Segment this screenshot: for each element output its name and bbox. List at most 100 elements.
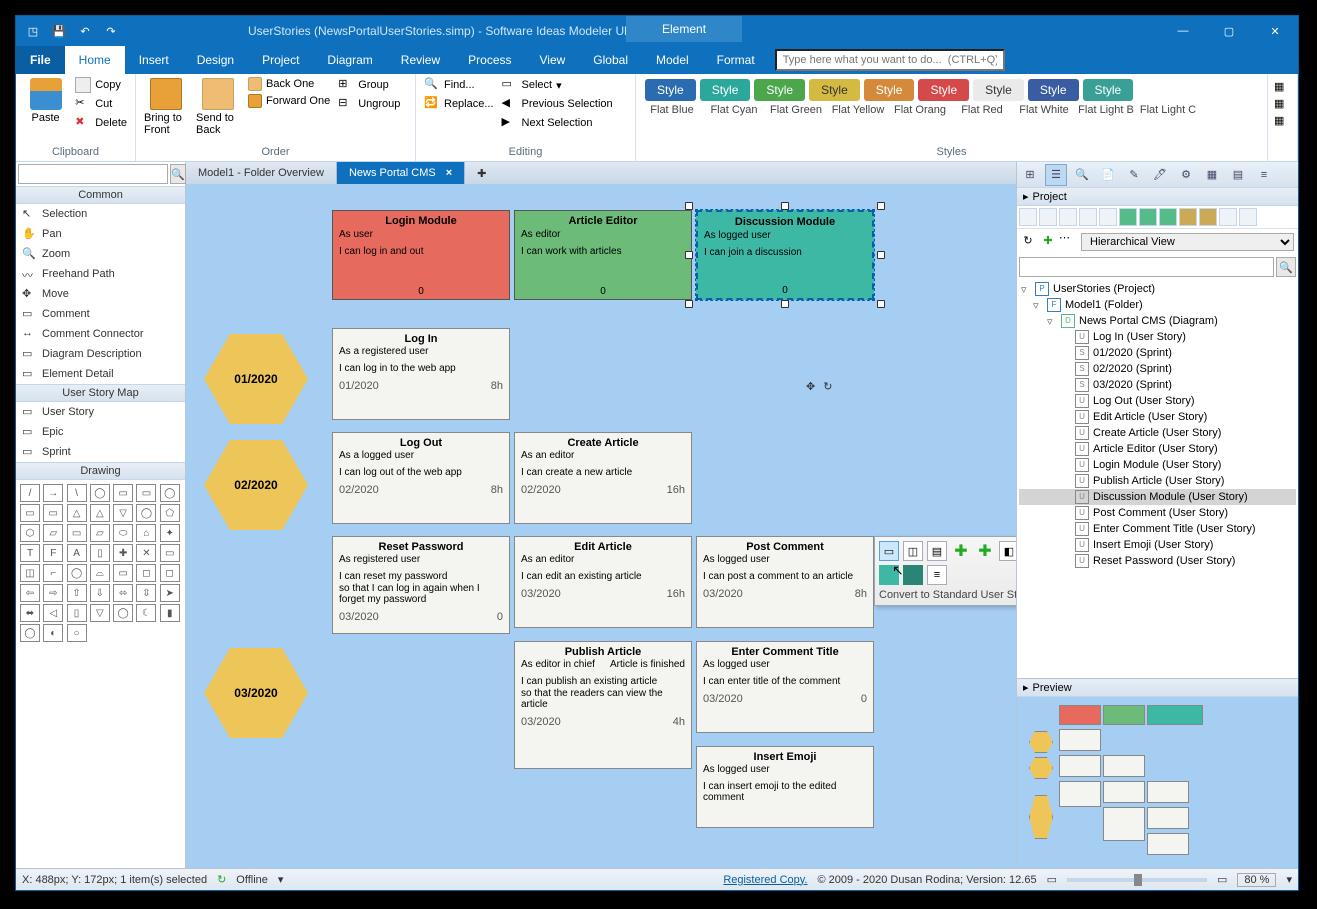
ribbon-extra-1[interactable]: ▦ [1274,80,1291,93]
rt-7[interactable]: ⚙ [1175,164,1197,186]
selection-handle[interactable] [877,251,885,259]
forward-one-button[interactable]: Forward One [246,93,332,109]
pt12[interactable] [1239,208,1257,226]
shape-46[interactable]: ◯ [113,604,133,622]
shape-17[interactable]: ▱ [90,524,110,542]
refresh-icon[interactable]: ↻ [1019,231,1037,249]
shape-43[interactable]: ◁ [43,604,63,622]
story-create-article[interactable]: Create ArticleAs an editorI can create a… [514,432,692,524]
group-button[interactable]: ⊞Group [336,76,402,94]
shape-49[interactable]: ◯ [20,624,40,642]
menu-diagram[interactable]: Diagram [313,46,386,74]
menu-file[interactable]: File [16,46,65,74]
pt6[interactable] [1119,208,1137,226]
tool-sprint[interactable]: ▭Sprint [16,442,185,462]
replace-button[interactable]: 🔁Replace... [422,95,496,113]
shape-34[interactable]: ◻ [160,564,180,582]
style-flat-light-c[interactable]: Style [1083,79,1134,101]
rotate-handle-icon[interactable]: ↻ [823,380,832,393]
menu-global[interactable]: Global [579,46,642,74]
send-to-back-button[interactable]: Send to Back [194,76,242,138]
menu-design[interactable]: Design [183,46,248,74]
tool-pan[interactable]: ✋Pan [16,224,185,244]
story-post-comment[interactable]: Post CommentAs logged userI can post a c… [696,536,874,628]
styles-gallery[interactable]: StyleStyleStyleStyleStyleStyleStyleStyle… [642,76,1136,104]
selection-handle[interactable] [781,202,789,210]
story-enter-comment-title[interactable]: Enter Comment TitleAs logged userI can e… [696,641,874,733]
menu-process[interactable]: Process [454,46,525,74]
story-log-out[interactable]: Log OutAs a logged userI can log out of … [332,432,510,524]
tree-node[interactable]: ULog In (User Story) [1019,329,1296,345]
style-flat-orang[interactable]: Style [864,79,915,101]
project-search-icon[interactable]: 🔍 [1276,257,1296,277]
tool-user-story[interactable]: ▭User Story [16,402,185,422]
story-insert-emoji[interactable]: Insert EmojiAs logged userI can insert e… [696,746,874,828]
shape-14[interactable]: ⬡ [20,524,40,542]
pt7[interactable] [1139,208,1157,226]
move-handle-icon[interactable]: ✥ [806,380,815,393]
shape-20[interactable]: ✦ [160,524,180,542]
shape-36[interactable]: ⇨ [43,584,63,602]
shape-31[interactable]: ⌓ [90,564,110,582]
tool-epic[interactable]: ▭Epic [16,422,185,442]
style-flat-light-b[interactable]: Style [1028,79,1079,101]
story-edit-article[interactable]: Edit ArticleAs an editorI can edit an ex… [514,536,692,628]
selection-handle[interactable] [877,300,885,308]
shape-12[interactable]: ◯ [136,504,156,522]
pt10[interactable] [1199,208,1217,226]
tree-node[interactable]: S01/2020 (Sprint) [1019,345,1296,361]
shape-21[interactable]: T [20,544,40,562]
shape-39[interactable]: ⬄ [113,584,133,602]
delete-button[interactable]: ✖Delete [73,114,129,132]
tree-node[interactable]: S02/2020 (Sprint) [1019,361,1296,377]
tree-node[interactable]: UReset Password (User Story) [1019,553,1296,569]
menu-view[interactable]: View [526,46,580,74]
status-offline[interactable]: Offline [236,874,268,886]
ribbon-extra-2[interactable]: ▦ [1274,97,1291,110]
shape-16[interactable]: ▭ [67,524,87,542]
shape-6[interactable]: ◯ [160,484,180,502]
options-icon[interactable]: ⋯ [1059,231,1077,249]
pt3[interactable] [1059,208,1077,226]
selection-handle[interactable] [685,202,693,210]
rt-10[interactable]: ≡ [1253,164,1275,186]
ctx-color-darkteal[interactable] [903,565,923,585]
redo-icon[interactable]: ↷ [102,22,120,40]
minimize-button[interactable]: — [1160,16,1206,46]
tree-node[interactable]: ULog Out (User Story) [1019,393,1296,409]
shape-24[interactable]: ▯ [90,544,110,562]
sprint-03-2020[interactable]: 03/2020 [204,648,308,738]
tree-node[interactable]: ULogin Module (User Story) [1019,457,1296,473]
view-select[interactable]: Hierarchical View [1081,233,1294,251]
selection-handle[interactable] [685,300,693,308]
add-tab-icon[interactable]: ✚ [465,162,498,184]
tab-news-portal[interactable]: News Portal CMS× [337,162,465,184]
shape-1[interactable]: → [43,484,63,502]
shape-3[interactable]: ◯ [90,484,110,502]
tree-node[interactable]: ▿DNews Portal CMS (Diagram) [1019,313,1296,329]
ctx-list-icon[interactable]: ≡ [927,565,947,585]
selection-handle[interactable] [685,251,693,259]
rt-project[interactable]: ☰ [1045,164,1067,186]
help-search-input[interactable] [775,49,1005,71]
tool-comment[interactable]: ▭Comment [16,304,185,324]
story-log-in[interactable]: Log InAs a registered userI can log in t… [332,328,510,420]
rt-1[interactable]: ⊞ [1019,164,1041,186]
ctx-convert-standard[interactable]: ▭ [879,541,899,561]
shape-18[interactable]: ⬭ [113,524,133,542]
ctx-opt-3[interactable]: ▤ [927,541,947,561]
toolbox-search-input[interactable] [18,164,168,184]
shape-11[interactable]: ▽ [113,504,133,522]
pt8[interactable] [1159,208,1177,226]
next-selection-button[interactable]: ▶Next Selection [500,114,615,132]
shape-40[interactable]: ⇳ [136,584,156,602]
shape-15[interactable]: ▱ [43,524,63,542]
shape-22[interactable]: F [43,544,63,562]
zoom-in-icon[interactable]: ▭ [1217,873,1227,886]
shape-19[interactable]: ⌂ [136,524,156,542]
shape-7[interactable]: ▭ [20,504,40,522]
close-tab-icon[interactable]: × [446,167,452,179]
shape-44[interactable]: ▯ [67,604,87,622]
shape-48[interactable]: ▮ [160,604,180,622]
style-flat-green[interactable]: Style [754,79,805,101]
